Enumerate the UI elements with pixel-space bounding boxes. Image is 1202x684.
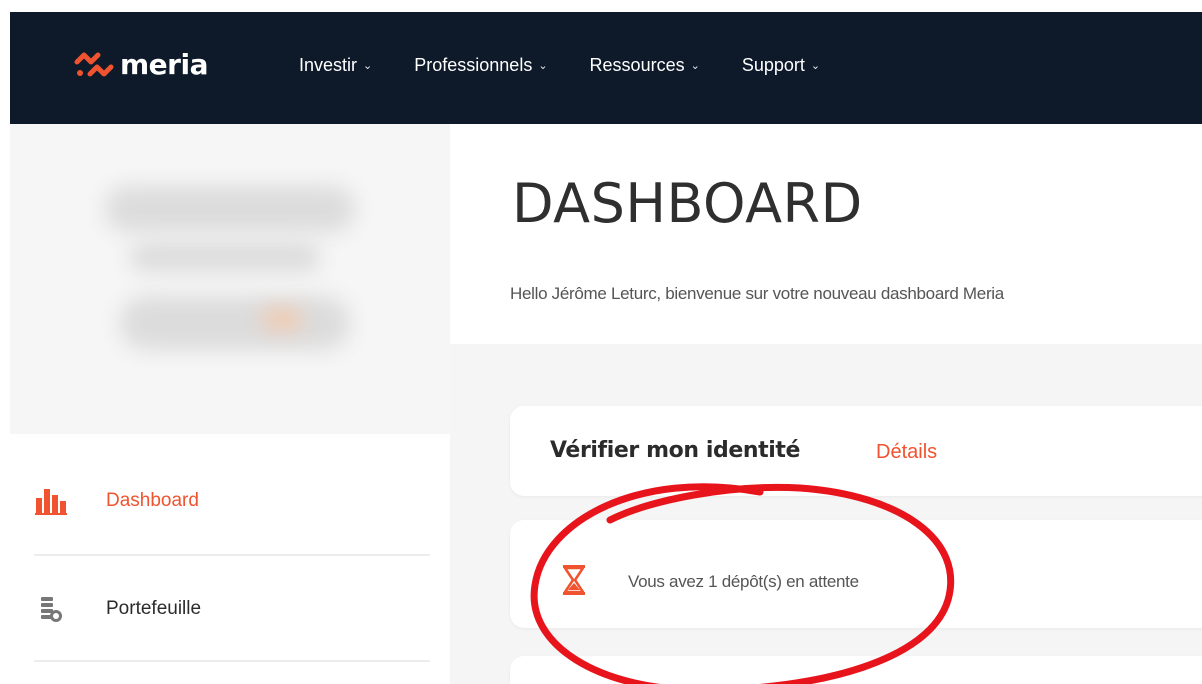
content-card [510,656,1202,684]
nav-item-label: Investir [299,55,358,75]
profile-panel [10,124,450,434]
blurred-profile-badge [120,296,350,350]
blurred-profile-name [105,186,355,232]
main-menu: Investir ⌄ Professionnels ⌄ Ressources ⌄… [299,55,862,76]
dashboard-content: Vérifier mon identité Détails Vous avez … [450,344,1202,684]
brand-name: meria [120,48,208,81]
pending-deposit-card: Vous avez 1 dépôt(s) en attente [510,520,1202,628]
blurred-profile-detail [130,242,320,272]
sidebar-item-label: Portefeuille [106,598,202,619]
meria-logo[interactable]: meria [74,51,208,79]
meria-logo-icon [74,52,114,77]
chevron-down-icon: ⌄ [363,60,373,72]
top-navbar: meria Investir ⌄ Professionnels ⌄ Ressou… [10,12,1202,124]
sidebar-item-portefeuille[interactable]: Portefeuille [24,556,420,662]
chevron-down-icon: ⌄ [690,60,700,72]
identity-card-title: Vérifier mon identité [550,438,801,463]
nav-item-label: Professionnels [414,55,533,75]
sidebar-item-label: Dashboard [106,490,199,511]
identity-verification-card: Vérifier mon identité Détails [510,406,1202,496]
bar-chart-icon [34,484,68,518]
hourglass-icon [563,565,585,595]
welcome-message: Hello Jérôme Leturc, bienvenue sur votre… [510,284,1004,303]
sidebar: Dashboard Portefeuille [10,434,450,684]
chevron-down-icon: ⌄ [538,60,548,72]
nav-professionnels[interactable]: Professionnels ⌄ [414,55,547,76]
blurred-profile-accent [262,309,302,329]
pending-deposit-message: Vous avez 1 dépôt(s) en attente [628,572,859,591]
chevron-down-icon: ⌄ [810,60,821,72]
page-title: DASHBOARD [512,172,863,235]
nav-support[interactable]: Support ⌄ [742,55,820,76]
details-link[interactable]: Détails [876,441,937,464]
sidebar-divider [34,660,430,662]
nav-investir[interactable]: Investir ⌄ [299,55,372,76]
nav-item-label: Ressources [589,55,685,75]
coins-wallet-icon [34,592,68,626]
dashboard-header: DASHBOARD Hello Jérôme Leturc, bienvenue… [450,124,1202,344]
nav-ressources[interactable]: Ressources ⌄ [590,55,700,76]
sidebar-item-dashboard[interactable]: Dashboard [24,448,420,554]
nav-item-label: Support [741,55,805,75]
